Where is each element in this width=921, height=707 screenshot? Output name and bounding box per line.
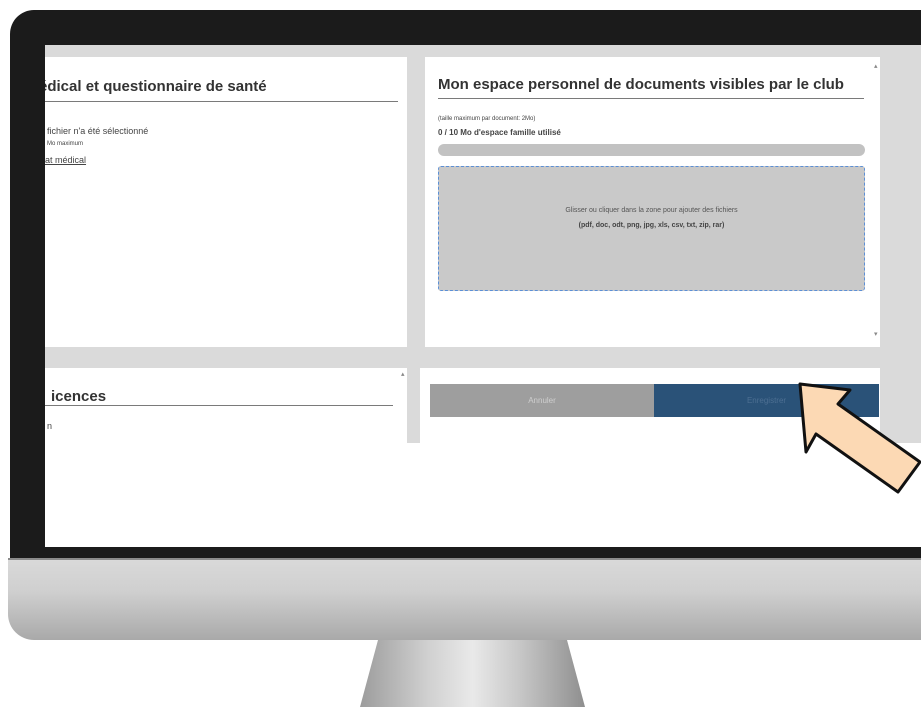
size-note: Mo maximum bbox=[47, 141, 84, 147]
screen: édical et questionnaire de santé fichier… bbox=[45, 45, 921, 547]
scroll-up-icon[interactable]: ▴ bbox=[401, 370, 405, 378]
documents-panel: Mon espace personnel de documents visibl… bbox=[425, 57, 880, 347]
medical-panel: édical et questionnaire de santé fichier… bbox=[45, 57, 407, 347]
medical-panel-title: édical et questionnaire de santé bbox=[45, 78, 267, 95]
licences-panel-title: icences bbox=[51, 388, 107, 405]
scroll-down-icon[interactable]: ▾ bbox=[874, 330, 878, 338]
no-file-text: fichier n'a été sélectionné bbox=[47, 126, 149, 136]
licences-fragment: n bbox=[47, 421, 53, 431]
page-bottom bbox=[45, 443, 921, 547]
dropzone-types: (pdf, doc, odt, png, jpg, xls, csv, txt,… bbox=[578, 222, 725, 229]
divider bbox=[438, 98, 864, 99]
pointer-arrow-icon bbox=[798, 382, 921, 494]
usage-text: 0 / 10 Mo d'espace famille utilisé bbox=[438, 128, 561, 137]
divider bbox=[45, 101, 398, 102]
certificate-link[interactable]: at médical bbox=[45, 155, 86, 165]
dropzone-text: Glisser ou cliquer dans la zone pour ajo… bbox=[565, 207, 738, 214]
monitor-chin bbox=[8, 560, 921, 640]
scroll-up-icon[interactable]: ▴ bbox=[874, 62, 878, 70]
divider bbox=[45, 405, 393, 406]
max-size-note: (taille maximum par document: 2Mo) bbox=[438, 116, 536, 122]
documents-panel-title: Mon espace personnel de documents visibl… bbox=[438, 76, 844, 93]
storage-progress-bar bbox=[438, 144, 865, 156]
cancel-button[interactable]: Annuler bbox=[430, 384, 654, 417]
monitor-stand bbox=[360, 640, 585, 707]
upload-dropzone[interactable]: Glisser ou cliquer dans la zone pour ajo… bbox=[438, 166, 865, 291]
